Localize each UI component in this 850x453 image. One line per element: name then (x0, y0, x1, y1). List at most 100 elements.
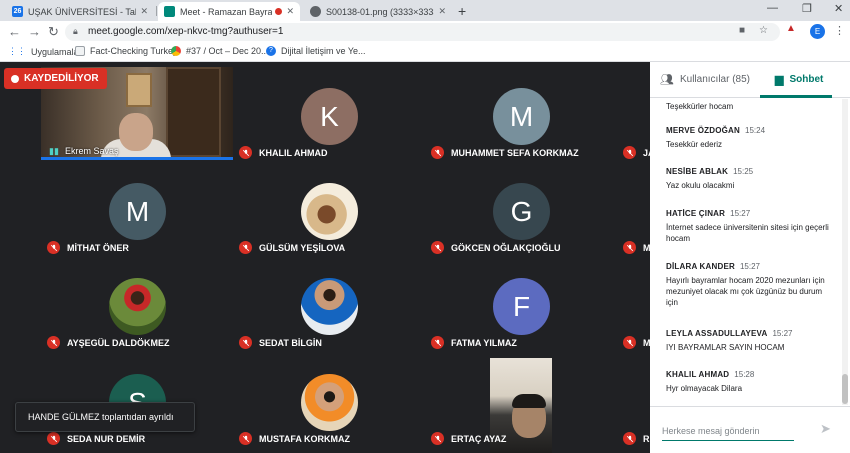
avatar[interactable]: E (810, 24, 825, 39)
notification-toast: HANDE GÜLMEZ toplantıdan ayrıldı (15, 402, 195, 432)
pdf-extension-icon[interactable]: ▲ (786, 23, 796, 34)
chat-messages[interactable]: Teşekkürler hocam MERVE ÖZDOĞAN 15:24 Tes… (650, 99, 840, 405)
apps-icon: ⋮⋮ (8, 46, 26, 56)
participant-tile[interactable]: RU (617, 353, 650, 448)
browser-toolbar: ← → ↻ 🔒︎ meet.google.com/xep-nkvc-tmg?au… (0, 21, 850, 43)
tab-people[interactable]: 👥︎ Kullanıcılar (85) (660, 73, 750, 86)
url-text[interactable]: meet.google.com/xep-nkvc-tmg?authuser=1 (88, 26, 283, 37)
lock-icon: 🔒︎ (73, 26, 78, 36)
participant-tile[interactable]: GÜLSÜM YEŞİLOVA (233, 162, 425, 257)
participant-tile[interactable]: F FATMA YILMAZ (425, 257, 617, 352)
participant-label: RU (623, 432, 650, 445)
participant-name: M (643, 242, 650, 253)
participant-name: JA (643, 147, 650, 158)
message-sender: DİLARA KANDER (666, 262, 735, 271)
participant-tile[interactable]: M MUHAMMET SEFA KORKMAZ (425, 67, 617, 162)
restore-icon[interactable]: ❐ (802, 2, 812, 15)
camera-icon[interactable]: ■ (739, 25, 745, 36)
new-tab-button[interactable]: + (458, 3, 466, 19)
participant-name: RU (643, 433, 650, 444)
active-tab-indicator (760, 95, 832, 98)
close-window-icon[interactable]: ✕ (834, 2, 843, 15)
forward-icon[interactable]: → (28, 24, 41, 39)
participant-name: GÜLSÜM YEŞİLOVA (259, 242, 346, 253)
participant-tile[interactable]: K KHALIL AHMAD (233, 67, 425, 162)
chat-message: Teşekkürler hocam (666, 99, 831, 112)
bookmark-fact-checking[interactable]: Fact-Checking Turkey (75, 46, 178, 56)
bookmark-label: Fact-Checking Turkey (90, 46, 178, 56)
bookmark-37[interactable]: #37 / Oct – Dec 20... (171, 46, 269, 56)
participant-label: M (623, 241, 650, 254)
chat-message: MERVE ÖZDOĞAN 15:24 Tesekkür ederiz (666, 126, 831, 150)
participant-tile[interactable]: M MİTHAT ÖNER (41, 162, 233, 257)
chat-scrollbar[interactable] (842, 99, 848, 405)
close-icon[interactable]: ✕ (140, 6, 148, 17)
participant-tile[interactable]: M (617, 257, 650, 352)
wall-picture (126, 73, 152, 107)
avatar (301, 374, 358, 431)
participant-label: SEDA NUR DEMİR (47, 432, 145, 445)
message-sender: HATİCE ÇINAR (666, 209, 726, 218)
message-text: İnternet sadece üniversitenin sitesi içi… (666, 223, 829, 243)
calendar-icon: 26 (12, 6, 23, 17)
bookmark-dijital[interactable]: ? Dijital İletişim ve Ye... (266, 46, 366, 56)
bookmark-icon (75, 46, 85, 56)
address-bar[interactable]: 🔒︎ meet.google.com/xep-nkvc-tmg?authuser… (65, 23, 780, 41)
menu-icon[interactable]: ⋮ (834, 24, 845, 37)
close-icon[interactable]: ✕ (438, 6, 446, 17)
bookmark-label: Dijital İletişim ve Ye... (281, 46, 366, 56)
tab-image[interactable]: S00138-01.png (3333×3333) ✕ (304, 2, 452, 21)
person-head (119, 113, 153, 151)
bookmark-apps[interactable]: ⋮⋮ Uygulamalar (8, 46, 82, 57)
tab-meet[interactable]: Meet - Ramazan Bayramı Ba ✕ (158, 2, 300, 21)
message-time: 15:27 (772, 329, 793, 338)
participant-label: MİTHAT ÖNER (47, 241, 129, 254)
mic-off-icon (239, 432, 252, 445)
back-icon[interactable]: ← (8, 24, 21, 39)
participant-name: MİTHAT ÖNER (67, 242, 129, 253)
tab-chat[interactable]: ▆ Sohbet (775, 73, 823, 86)
scroll-thumb[interactable] (842, 374, 848, 404)
meeting-grid: KAYDEDİLİYOR ▮▮ Ekrem Savaş K KHALIL AHM… (0, 62, 650, 453)
mic-off-icon (431, 241, 444, 254)
close-icon[interactable]: ✕ (286, 6, 294, 17)
star-icon[interactable]: ☆ (759, 25, 768, 36)
participant-label: FATMA YILMAZ (431, 336, 517, 349)
message-time: 15:27 (739, 262, 760, 271)
participant-tile[interactable]: SEDAT BİLGİN (233, 257, 425, 352)
participant-tile[interactable]: M (617, 162, 650, 257)
avatar: K (301, 88, 358, 145)
participant-tile[interactable]: G GÖKCEN OĞLAKÇIOĞLU (425, 162, 617, 257)
send-icon[interactable]: ➤ (820, 421, 831, 437)
reload-icon[interactable]: ↻ (48, 24, 59, 40)
message-text: Yaz okulu olacakmi (666, 181, 735, 190)
input-underline (662, 440, 794, 441)
avatar: G (493, 183, 550, 240)
participant-name: KHALIL AHMAD (259, 147, 328, 158)
mic-off-icon (47, 241, 60, 254)
participant-label: GÜLSÜM YEŞİLOVA (239, 241, 345, 254)
avatar (109, 278, 166, 335)
avatar (301, 278, 358, 335)
avatar: M (493, 88, 550, 145)
tab-label: Sohbet (789, 74, 824, 85)
record-icon (11, 74, 19, 83)
message-text: Tesekkür ederiz (666, 140, 723, 149)
participant-name: MUSTAFA KORKMAZ (259, 433, 350, 444)
participant-label: MUSTAFA KORKMAZ (239, 432, 350, 445)
chat-message-input[interactable] (662, 423, 802, 439)
participant-tile[interactable]: JA (617, 67, 650, 162)
tab-calendar[interactable]: 26 UŞAK ÜNİVERSİTESİ - Takvim - Su ✕ (6, 2, 154, 21)
participant-tile[interactable]: AYŞEGÜL DALDÖKMEZ (41, 257, 233, 352)
minimize-icon[interactable]: — (767, 2, 778, 14)
message-sender: KHALIL AHMAD (666, 370, 730, 379)
mic-off-icon (431, 336, 444, 349)
participant-label: JA (623, 146, 650, 159)
participant-tile[interactable]: S SEDA NUR DEMİR (41, 353, 233, 448)
participant-name: Ekrem Savaş (65, 146, 119, 156)
meet-icon (164, 6, 175, 17)
bookmarks-bar: ⋮⋮ Uygulamalar Fact-Checking Turkey #37 … (0, 43, 850, 62)
chat-message: DİLARA KANDER 15:27 Hayırlı bayramlar hoc… (666, 262, 831, 308)
participant-tile[interactable]: MUSTAFA KORKMAZ (233, 353, 425, 448)
message-sender: NESİBE ABLAK (666, 167, 729, 176)
